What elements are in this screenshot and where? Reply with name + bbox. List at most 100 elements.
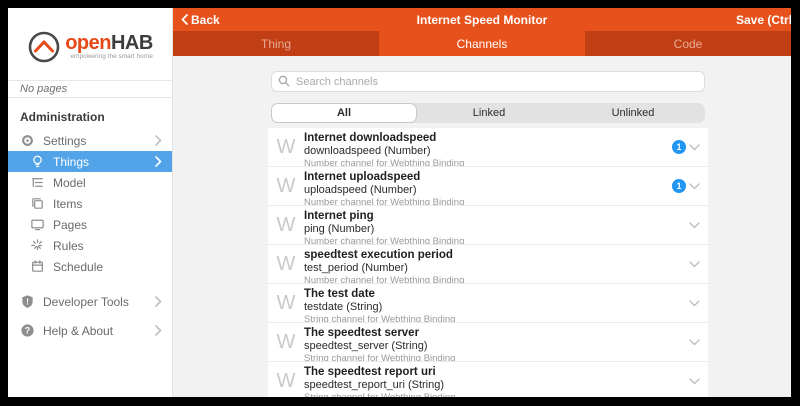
filter-option-all[interactable]: All [271,103,417,123]
chevron-down-icon[interactable] [689,300,700,307]
channel-title: Internet uploadspeed [304,171,672,184]
chevron-down-icon[interactable] [689,222,700,229]
filter-option-linked[interactable]: Linked [417,103,561,123]
chevron-down-icon[interactable] [689,261,700,268]
app-window: openHAB empowering the smart home No pag… [8,8,791,397]
channel-row[interactable]: WThe speedtest serverspeedtest_server (S… [268,323,708,362]
sidebar-item-schedule[interactable]: Schedule [8,256,172,277]
sidebar-nav: Settings Things Model Items Pages Rules Schedu… [8,130,172,277]
search-field-wrap [271,71,705,92]
channel-row[interactable]: WThe speedtest report urispeedtest_repor… [268,362,708,397]
channel-id: test_period (Number) [304,262,689,275]
chevron-down-icon[interactable] [689,378,700,385]
channel-row[interactable]: WThe test datetestdate (String)String ch… [268,284,708,323]
search-input[interactable] [271,71,705,92]
channel-binding-letter-icon: W [268,206,304,244]
tab-bar: ThingChannelsCode [173,31,791,56]
page-title: Internet Speed Monitor [173,8,791,31]
back-button[interactable]: Back [181,8,220,31]
sidebar-item-help-about[interactable]: ? Help & About [8,320,172,341]
chevron-down-icon[interactable] [689,144,700,151]
channel-row[interactable]: Wspeedtest execution periodtest_period (… [268,245,708,284]
question-icon: ? [20,323,35,338]
channel-id: testdate (String) [304,301,689,314]
channel-title: The test date [304,288,689,301]
channel-row[interactable]: WInternet pingping (Number)Number channe… [268,206,708,245]
linked-count-badge: 1 [672,179,686,193]
channel-text: speedtest execution periodtest_period (N… [304,245,689,283]
chevron-left-icon [181,14,188,25]
model-tree-icon [30,175,45,190]
sidebar-item-model[interactable]: Model [8,172,172,193]
channel-binding-letter-icon: W [268,362,304,397]
channel-text: Internet pingping (Number)Number channel… [304,206,689,244]
sidebar-item-label: Settings [43,134,147,148]
channel-text: Internet downloadspeeddownloadspeed (Num… [304,128,672,166]
display-icon [30,217,45,232]
top-navbar: Back Internet Speed Monitor Save (Ctrl-S… [173,8,791,31]
channel-description: Number channel for Webthing Binding [304,197,672,205]
sidebar-item-settings[interactable]: Settings [8,130,172,151]
chevron-right-icon [155,296,162,307]
channel-row-controls: 1 [672,128,708,166]
chevron-right-icon [155,156,162,167]
channel-id: downloadspeed (Number) [304,145,672,158]
channel-title: Internet downloadspeed [304,132,672,145]
chevron-down-icon[interactable] [689,183,700,190]
chevron-right-icon [155,325,162,336]
sidebar-item-label: Pages [53,218,162,232]
sidebar-item-label: Rules [53,239,162,253]
filter-option-unlinked[interactable]: Unlinked [561,103,705,123]
copy-icon [30,196,45,211]
sidebar-item-pages[interactable]: Pages [8,214,172,235]
sidebar-item-label: Things [53,155,147,169]
openhab-logo-icon [27,30,61,64]
channel-description: String channel for Webthing Binding [304,392,689,397]
channel-binding-letter-icon: W [268,167,304,205]
sparkle-icon [30,238,45,253]
main-area: Back Internet Speed Monitor Save (Ctrl-S… [173,8,791,397]
sidebar-item-things[interactable]: Things [8,151,172,172]
channel-text: The test datetestdate (String)String cha… [304,284,689,322]
tab-thing[interactable]: Thing [173,31,379,56]
sidebar-item-developer-tools[interactable]: ! Developer Tools [8,291,172,312]
tab-channels[interactable]: Channels [379,31,585,56]
channel-row[interactable]: WInternet uploadspeeduploadspeed (Number… [268,167,708,206]
linked-count-badge: 1 [672,140,686,154]
sidebar-item-label: Items [53,197,162,211]
no-pages-label: No pages [8,80,172,98]
sidebar-item-rules[interactable]: Rules [8,235,172,256]
gear-icon [20,133,35,148]
channel-binding-letter-icon: W [268,245,304,283]
sidebar-item-label: Developer Tools [43,295,147,309]
lightbulb-icon [30,154,45,169]
channel-id: speedtest_server (String) [304,340,689,353]
sidebar-item-items[interactable]: Items [8,193,172,214]
channel-text: Internet uploadspeeduploadspeed (Number)… [304,167,672,205]
chevron-right-icon [155,135,162,146]
sidebar-item-label: Help & About [43,324,147,338]
channel-binding-letter-icon: W [268,284,304,322]
chevron-down-icon[interactable] [689,339,700,346]
sidebar-section-administration: Administration [8,98,172,130]
channel-row-controls [689,284,708,322]
channel-id: uploadspeed (Number) [304,184,672,197]
logo-text-hab: HAB [111,32,153,54]
save-button[interactable]: Save (Ctrl-S) [736,8,791,31]
openhab-logo: openHAB empowering the smart home [8,8,172,80]
shield-icon: ! [20,294,35,309]
filter-segmented-control: AllLinkedUnlinked [271,103,705,123]
sidebar-item-label: Schedule [53,260,162,274]
channel-binding-letter-icon: W [268,128,304,166]
channel-title: speedtest execution period [304,249,689,262]
channel-row-controls [689,245,708,283]
channel-id: ping (Number) [304,223,689,236]
content-area: AllLinkedUnlinked WInternet downloadspee… [173,56,791,397]
channel-title: Internet ping [304,210,689,223]
svg-text:?: ? [25,326,30,336]
sidebar-item-label: Model [53,176,162,190]
channel-row[interactable]: WInternet downloadspeeddownloadspeed (Nu… [268,128,708,167]
tab-code[interactable]: Code [585,31,791,56]
logo-text-open: open [65,32,111,54]
back-label: Back [191,13,220,27]
